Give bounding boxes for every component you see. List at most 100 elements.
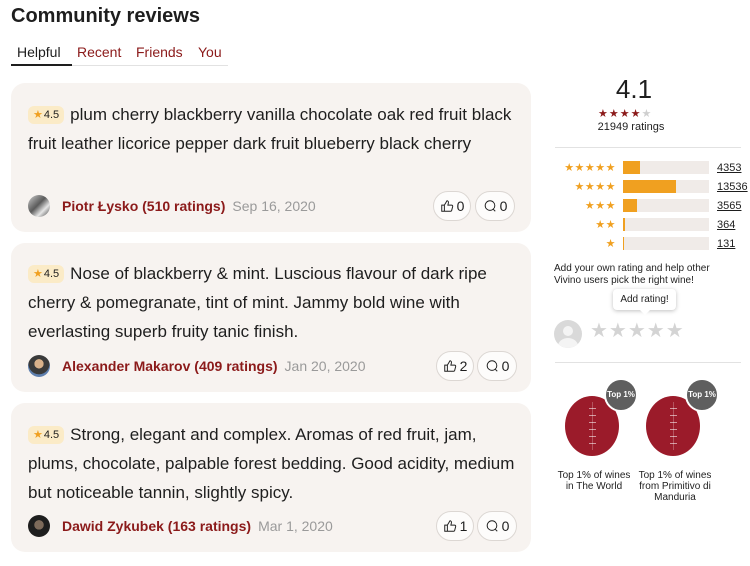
like-button[interactable]: 1 (436, 511, 474, 541)
distribution-bar (623, 161, 709, 174)
star-icon: ★★★ (584, 200, 616, 212)
comment-button[interactable]: 0 (477, 511, 517, 541)
comment-icon (486, 520, 498, 532)
star-icon: ★★★★ (574, 181, 616, 193)
user-avatar-icon (554, 320, 582, 348)
thumbs-up-icon (443, 360, 456, 372)
rating-value: 4.5 (43, 268, 60, 280)
ranking-label-line: from Primitivo di (639, 481, 711, 492)
distribution-row-1[interactable]: ★ 131 (550, 236, 746, 252)
reviewer: Dawid Zykubek (163 ratings) Mar 1, 2020 (28, 515, 333, 537)
review-card: ★4.5 Nose of blackberry & mint. Luscious … (11, 243, 531, 392)
ranking-label-line: Top 1% of wines (638, 470, 712, 481)
comment-count: 0 (501, 518, 510, 534)
divider (555, 362, 741, 363)
rating-badge: ★4.5 (28, 265, 65, 283)
distribution-bar-fill (623, 161, 641, 174)
like-count: 0 (456, 198, 465, 214)
distribution-count[interactable]: 3565 (717, 198, 741, 214)
comment-icon (484, 200, 496, 212)
comment-button[interactable]: 0 (477, 351, 517, 381)
reviewer: Piotr Łysko (510 ratings) Sep 16, 2020 (28, 195, 316, 217)
rating-badge: ★4.5 (28, 106, 65, 124)
star-icon: ★ (33, 429, 43, 441)
thumbs-up-icon (443, 520, 456, 532)
distribution-bar (623, 237, 709, 250)
rating-badge: ★4.5 (28, 426, 65, 444)
active-tab-indicator (11, 64, 72, 66)
review-body: ★4.5 plum cherry blackberry vanilla choco… (28, 100, 519, 158)
distribution-row-3[interactable]: ★★★ 3565 (550, 198, 746, 214)
distribution-bar (623, 199, 709, 212)
distribution-bar-fill (623, 237, 624, 250)
rating-value: 4.5 (43, 109, 60, 121)
comment-button[interactable]: 0 (475, 191, 515, 221)
like-count: 1 (459, 518, 468, 534)
ranking-region[interactable]: Top 1% (641, 378, 727, 458)
ranking-label-line: in The World (565, 481, 623, 492)
star-icon: ★★ (595, 219, 616, 231)
distribution-bar-fill (623, 199, 637, 212)
ranking-label: Top 1% of wines from Primitivo di Mandur… (630, 470, 720, 503)
thumbs-up-icon (440, 200, 453, 212)
star-icon: ★ (33, 109, 43, 121)
reviewer-name[interactable]: Piotr Łysko (510 ratings) (62, 198, 225, 214)
reviewer: Alexander Makarov (409 ratings) Jan 20, … (28, 355, 366, 377)
divider (555, 147, 741, 148)
distribution-row-2[interactable]: ★★ 364 (550, 217, 746, 233)
tab-you[interactable]: You (198, 44, 222, 60)
avatar[interactable] (28, 355, 50, 377)
star-icon: ★★★★★ (564, 162, 616, 174)
review-date: Mar 1, 2020 (258, 518, 333, 534)
comment-count: 0 (499, 198, 508, 214)
review-text: Strong, elegant and complex. Aromas of r… (28, 425, 515, 502)
star-icon: ★ (641, 108, 653, 120)
review-body: ★4.5 Strong, elegant and complex. Aromas … (28, 420, 519, 507)
ranking-world[interactable]: Top 1% (560, 378, 646, 458)
review-body: ★4.5 Nose of blackberry & mint. Luscious … (28, 259, 519, 346)
review-text: plum cherry blackberry vanilla chocolate… (28, 105, 512, 153)
tab-helpful[interactable]: Helpful (17, 44, 61, 60)
reviewer-name[interactable]: Alexander Makarov (409 ratings) (62, 358, 278, 374)
rating-value: 4.5 (43, 429, 60, 441)
distribution-row-5[interactable]: ★★★★★ 4353 (550, 160, 746, 176)
add-rating-tooltip: Add rating! (613, 289, 676, 315)
comment-count: 0 (501, 358, 510, 374)
ranking-label-line: Top 1% of wines (557, 470, 631, 481)
ranking-label: Top 1% of wines in The World (553, 470, 635, 492)
avatar[interactable] (28, 515, 50, 537)
ranking-label-line: Manduria (654, 492, 696, 503)
distribution-row-4[interactable]: ★★★★ 13536 (550, 179, 748, 195)
average-stars: ★★★★★ (598, 107, 652, 120)
review-card: ★4.5 plum cherry blackberry vanilla choco… (11, 83, 531, 232)
distribution-count[interactable]: 4353 (717, 160, 741, 176)
star-icon: ★★★★ (598, 108, 642, 120)
top-badge: Top 1% (685, 378, 719, 412)
rating-input-stars[interactable]: ★★★★★ (590, 318, 685, 343)
distribution-count[interactable]: 364 (717, 217, 735, 233)
like-button[interactable]: 2 (436, 351, 474, 381)
distribution-bar (623, 218, 709, 231)
star-icon: ★ (33, 268, 43, 280)
distribution-bar-fill (623, 180, 677, 193)
tab-recent[interactable]: Recent (77, 44, 121, 60)
star-icon: ★ (605, 238, 616, 250)
distribution-count[interactable]: 13536 (717, 179, 748, 195)
review-card: ★4.5 Strong, elegant and complex. Aromas … (11, 403, 531, 552)
like-button[interactable]: 0 (433, 191, 471, 221)
review-date: Sep 16, 2020 (232, 198, 316, 214)
distribution-bar (623, 180, 709, 193)
comment-icon (486, 360, 498, 372)
avatar[interactable] (28, 195, 50, 217)
tab-friends[interactable]: Friends (136, 44, 183, 60)
add-rating-help-text: Add your own rating and help other Vivin… (554, 263, 710, 286)
top-badge: Top 1% (604, 378, 638, 412)
review-text: Nose of blackberry & mint. Luscious flav… (28, 264, 487, 341)
review-tabs: Helpful Recent Friends You (11, 42, 228, 66)
like-count: 2 (459, 358, 468, 374)
reviewer-name[interactable]: Dawid Zykubek (163 ratings) (62, 518, 251, 534)
distribution-count[interactable]: 131 (717, 236, 735, 252)
distribution-bar-fill (623, 218, 625, 231)
ratings-count: 21949 ratings (597, 121, 665, 133)
average-rating: 4.1 (615, 74, 653, 104)
